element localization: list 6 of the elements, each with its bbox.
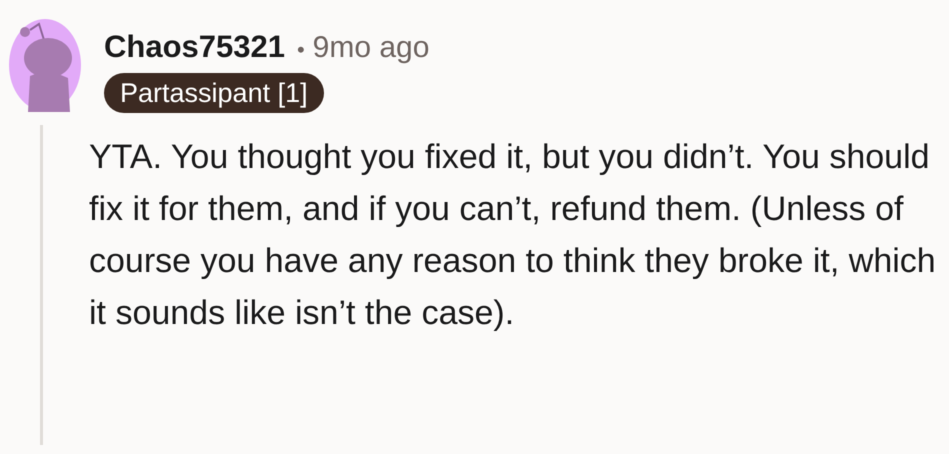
comment-text: YTA. You thought you fixed it, but you didn’t. You should fix it for them, and if you can’t, refund them. (Unless of course you have any reason to think they broke it, which it sounds like isn’t the case). bbox=[89, 137, 937, 334]
avatar-icon bbox=[8, 18, 82, 112]
user-flair: Partassipant [1] bbox=[104, 73, 324, 113]
timestamp: 9mo ago bbox=[312, 30, 430, 66]
username[interactable]: Chaos75321 bbox=[104, 28, 285, 66]
separator-dot: • bbox=[296, 36, 305, 64]
